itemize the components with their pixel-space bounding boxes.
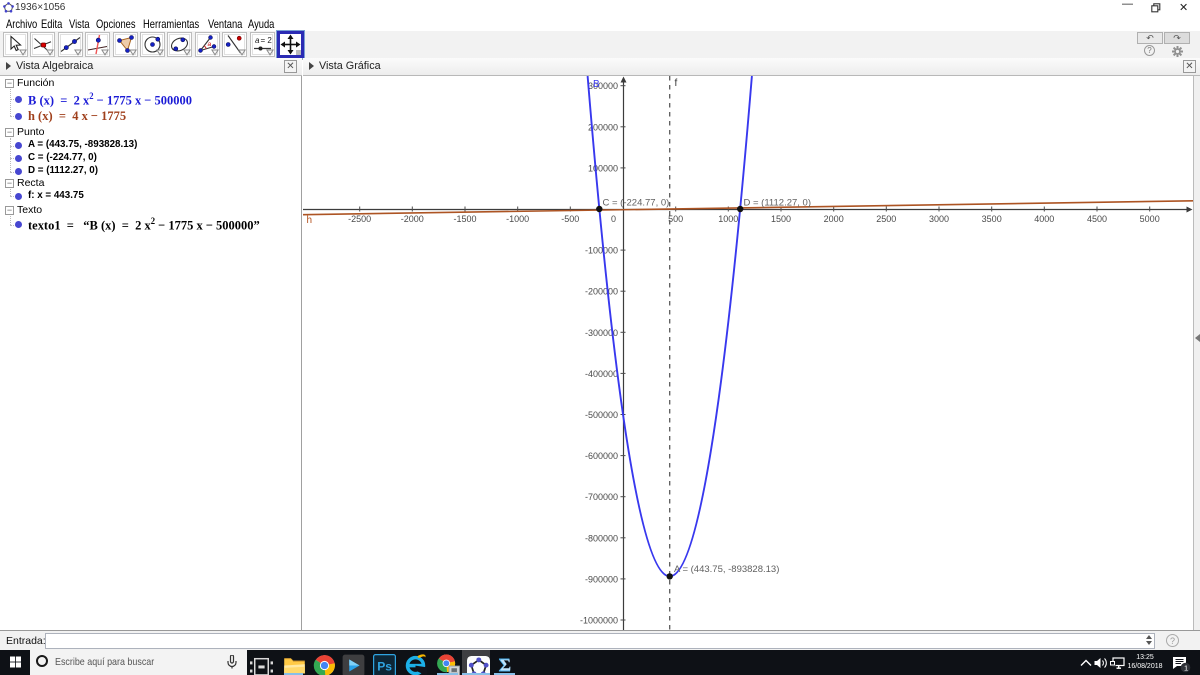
svg-text:-400000: -400000 [585, 369, 618, 379]
svg-text:5000: 5000 [1140, 214, 1160, 224]
svg-text:2000: 2000 [824, 214, 844, 224]
svg-text:Σ: Σ [500, 656, 511, 675]
svg-text:-200000: -200000 [585, 287, 618, 297]
svg-text:-2500: -2500 [348, 214, 371, 224]
svg-text:h: h [307, 215, 313, 226]
svg-text:4000: 4000 [1034, 214, 1054, 224]
svg-text:-900000: -900000 [585, 574, 618, 584]
svg-text:0: 0 [611, 214, 616, 224]
svg-text:-2000: -2000 [401, 214, 424, 224]
svg-text:100000: 100000 [588, 163, 618, 173]
svg-text:3500: 3500 [982, 214, 1002, 224]
svg-text:-600000: -600000 [585, 451, 618, 461]
svg-text:4500: 4500 [1087, 214, 1107, 224]
svg-text:-500: -500 [561, 214, 579, 224]
svg-text:-700000: -700000 [585, 492, 618, 502]
svg-text:1500: 1500 [771, 214, 791, 224]
svg-text:-1000: -1000 [506, 214, 529, 224]
svg-text:1000: 1000 [718, 214, 738, 224]
svg-text:a: a [255, 36, 260, 45]
svg-text:A = (443.75, -893828.13): A = (443.75, -893828.13) [674, 564, 779, 575]
svg-text:-100000: -100000 [585, 246, 618, 256]
svg-text:3000: 3000 [929, 214, 949, 224]
svg-text:Ps: Ps [377, 659, 392, 673]
svg-text:-1000000: -1000000 [580, 616, 618, 626]
svg-text:2500: 2500 [876, 214, 896, 224]
svg-text:B: B [593, 79, 600, 90]
svg-text:a: a [208, 41, 212, 48]
svg-text:f: f [675, 78, 678, 89]
svg-text:D = (1112.27, 0): D = (1112.27, 0) [744, 198, 812, 209]
svg-text:= 2: = 2 [261, 36, 273, 45]
svg-text:-500000: -500000 [585, 410, 618, 420]
svg-text:1: 1 [1184, 664, 1188, 673]
svg-text:C = (-224.77, 0): C = (-224.77, 0) [603, 198, 670, 209]
svg-text:500: 500 [668, 214, 683, 224]
svg-text:-1500: -1500 [453, 214, 476, 224]
svg-text:-800000: -800000 [585, 533, 618, 543]
